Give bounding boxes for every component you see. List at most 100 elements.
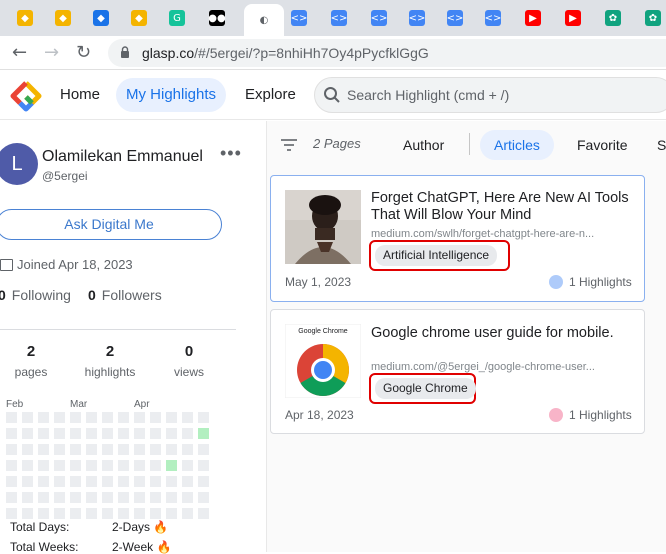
- heatmap-cell: [182, 444, 193, 455]
- browser-tab[interactable]: ◆: [8, 4, 42, 32]
- heatmap-cell: [22, 492, 33, 503]
- following-count[interactable]: 0 Following: [0, 287, 71, 303]
- tab-more[interactable]: S: [643, 130, 666, 160]
- tab-favorite[interactable]: Favorite: [563, 130, 642, 160]
- heatmap-cell: [150, 444, 161, 455]
- browser-tab[interactable]: <>: [322, 4, 356, 32]
- heatmap-cell: [86, 508, 97, 519]
- heatmap-cell: [166, 428, 177, 439]
- heatmap-cell: [150, 412, 161, 423]
- search-input[interactable]: Search Highlight (cmd + /): [314, 77, 666, 113]
- browser-tab[interactable]: ▶: [556, 4, 590, 32]
- blue-diamond-icon: ◆: [93, 10, 109, 26]
- browser-tab[interactable]: ◆: [122, 4, 156, 32]
- heatmap-cell: [134, 444, 145, 455]
- browser-tab[interactable]: ✿: [596, 4, 630, 32]
- heatmap-cell: [6, 428, 17, 439]
- article-tag[interactable]: Google Chrome: [375, 378, 476, 399]
- address-bar: ← → ↻ glasp.co/#/5ergei/?p=8nhiHh7Oy4pPy…: [0, 36, 666, 70]
- code-icon: <>: [447, 10, 463, 26]
- heatmap-cell: [198, 460, 209, 471]
- total-days-label: Total Days:: [10, 520, 70, 534]
- stat-label: views: [173, 365, 204, 379]
- stat-views: 0 views: [159, 343, 219, 379]
- browser-tab[interactable]: ◆: [46, 4, 80, 32]
- heatmap-cell: [22, 412, 33, 423]
- month-label: Mar: [70, 399, 88, 410]
- article-thumbnail[interactable]: [285, 324, 361, 398]
- browser-tab[interactable]: ◆: [84, 4, 118, 32]
- heatmap-cell: [54, 508, 65, 519]
- heatmap-cell: [38, 412, 49, 423]
- heatmap-cell: [6, 476, 17, 487]
- heatmap-cell: [22, 428, 33, 439]
- code-icon: <>: [485, 10, 501, 26]
- heatmap-cell: [102, 460, 113, 471]
- code-icon: <>: [291, 10, 307, 26]
- code-icon: <>: [409, 10, 425, 26]
- heatmap-cell: [118, 412, 129, 423]
- profile-handle: @5ergei: [42, 169, 88, 183]
- stat-label: highlights: [84, 365, 136, 379]
- youtube-icon: ▶: [565, 10, 581, 26]
- highlights-feed: 2 Pages Author Articles Favorite S Forge…: [266, 121, 666, 552]
- heatmap-cell: [86, 476, 97, 487]
- heatmap-cell: [38, 444, 49, 455]
- heatmap-cell: [198, 444, 209, 455]
- more-options-icon[interactable]: •••: [220, 143, 242, 164]
- back-icon[interactable]: ←: [12, 42, 27, 63]
- profile-name: Olamilekan Emmanuel: [42, 148, 203, 165]
- forward-icon[interactable]: →: [44, 42, 59, 63]
- glasp-logo-icon[interactable]: [10, 80, 42, 112]
- browser-tab[interactable]: <>: [476, 4, 510, 32]
- url-field[interactable]: glasp.co/#/5ergei/?p=8nhiHh7Oy4pPycfklGg…: [108, 39, 666, 67]
- article-title[interactable]: Google chrome user guide for mobile.: [371, 325, 633, 342]
- article-card[interactable]: Google Chrome Google chrome user guide f…: [270, 309, 645, 434]
- article-title[interactable]: Forget ChatGPT, Here Are New AI Tools Th…: [371, 190, 633, 224]
- nav-home[interactable]: Home: [50, 78, 110, 112]
- article-thumbnail[interactable]: [285, 190, 361, 264]
- heatmap-cell: [118, 444, 129, 455]
- browser-tab[interactable]: <>: [400, 4, 434, 32]
- following-number: 0: [0, 287, 6, 303]
- ask-digital-me-button[interactable]: Ask Digital Me: [0, 209, 222, 240]
- search-icon: [324, 87, 340, 103]
- heatmap-cell: [6, 460, 17, 471]
- browser-tab[interactable]: ◐: [244, 4, 284, 36]
- tab-articles[interactable]: Articles: [480, 130, 554, 160]
- highlight-color-dot: [549, 408, 563, 422]
- heatmap-cell: [54, 492, 65, 503]
- highlight-count: 1 Highlights: [549, 275, 632, 289]
- heatmap-cell: [70, 428, 81, 439]
- browser-tab[interactable]: ✿: [636, 4, 666, 32]
- avatar[interactable]: L: [0, 143, 38, 185]
- browser-tab[interactable]: <>: [362, 4, 396, 32]
- heatmap-cell: [150, 428, 161, 439]
- nav-my-highlights[interactable]: My Highlights: [116, 78, 227, 112]
- heatmap-cell: [166, 460, 177, 471]
- reload-icon[interactable]: ↻: [76, 42, 91, 63]
- article-card[interactable]: Forget ChatGPT, Here Are New AI Tools Th…: [270, 175, 645, 302]
- browser-tab[interactable]: ●●: [200, 4, 234, 32]
- heatmap-cell: [134, 492, 145, 503]
- article-tag[interactable]: Artificial Intelligence: [375, 245, 498, 266]
- heatmap-cell: [166, 444, 177, 455]
- article-url[interactable]: medium.com/swlh/forget-chatgpt-here-are-…: [371, 228, 621, 240]
- browser-tab[interactable]: <>: [282, 4, 316, 32]
- heatmap-cell: [166, 476, 177, 487]
- tab-author[interactable]: Author: [389, 130, 458, 160]
- article-url[interactable]: medium.com/@5ergei_/google-chrome-user..…: [371, 361, 621, 373]
- article-date: May 1, 2023: [285, 275, 352, 289]
- browser-tab[interactable]: G: [160, 4, 194, 32]
- browser-tab[interactable]: <>: [438, 4, 472, 32]
- thumbnail-caption: Google Chrome: [298, 328, 348, 335]
- nav-explore[interactable]: Explore: [235, 78, 306, 112]
- heatmap-cell: [38, 492, 49, 503]
- browser-tab[interactable]: ▶: [516, 4, 550, 32]
- highlight-count: 1 Highlights: [549, 408, 632, 422]
- filter-icon[interactable]: [281, 138, 297, 152]
- code-icon: <>: [371, 10, 387, 26]
- grammarly-icon: G: [169, 10, 185, 26]
- article-date: Apr 18, 2023: [285, 408, 354, 422]
- followers-count[interactable]: 0 Followers: [88, 287, 162, 303]
